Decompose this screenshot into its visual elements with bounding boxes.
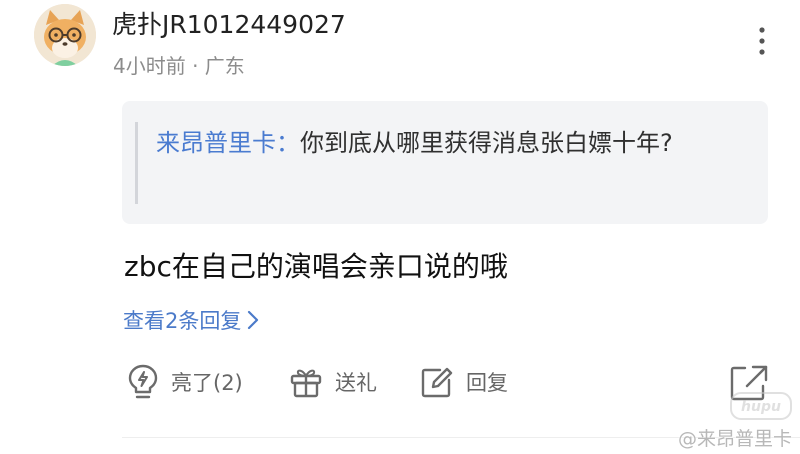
- avatar[interactable]: [34, 4, 96, 66]
- like-button[interactable]: 亮了(2): [127, 362, 243, 402]
- quote-text-block: 来昂普里卡：你到底从哪里获得消息张白嫖十年?: [156, 121, 756, 165]
- edit-icon: [421, 367, 453, 398]
- comment-card: 虎扑JR1012449027 4小时前 · 广东 来昂普里卡：你到底从哪里获得消…: [0, 0, 800, 454]
- gift-label: 送礼: [335, 371, 377, 395]
- fox-avatar-icon: [34, 4, 96, 66]
- gift-icon: [290, 369, 322, 398]
- reply-label: 回复: [466, 371, 508, 395]
- watermark-text: @来昂普里卡: [678, 428, 793, 450]
- lightning-bulb-icon: [128, 364, 158, 399]
- chevron-right-icon: [248, 310, 259, 330]
- more-vertical-icon[interactable]: [750, 24, 774, 58]
- hupu-watermark-logo: hupu: [730, 392, 792, 420]
- username[interactable]: 虎扑JR1012449027: [112, 5, 346, 41]
- quote-bar: [135, 122, 138, 204]
- gift-button[interactable]: 送礼: [289, 362, 377, 402]
- view-replies-label: 查看2条回复: [123, 309, 242, 333]
- post-meta: 4小时前 · 广东: [113, 54, 245, 78]
- view-replies-link[interactable]: 查看2条回复: [123, 305, 259, 335]
- quote-text: 你到底从哪里获得消息张白嫖十年?: [300, 129, 673, 157]
- like-label: 亮了(2): [171, 371, 243, 395]
- reply-button[interactable]: 回复: [420, 362, 508, 402]
- comment-body: zbc在自己的演唱会亲口说的哦: [124, 250, 508, 283]
- svg-text:hupu: hupu: [741, 399, 781, 415]
- quote-author[interactable]: 来昂普里卡：: [156, 129, 300, 157]
